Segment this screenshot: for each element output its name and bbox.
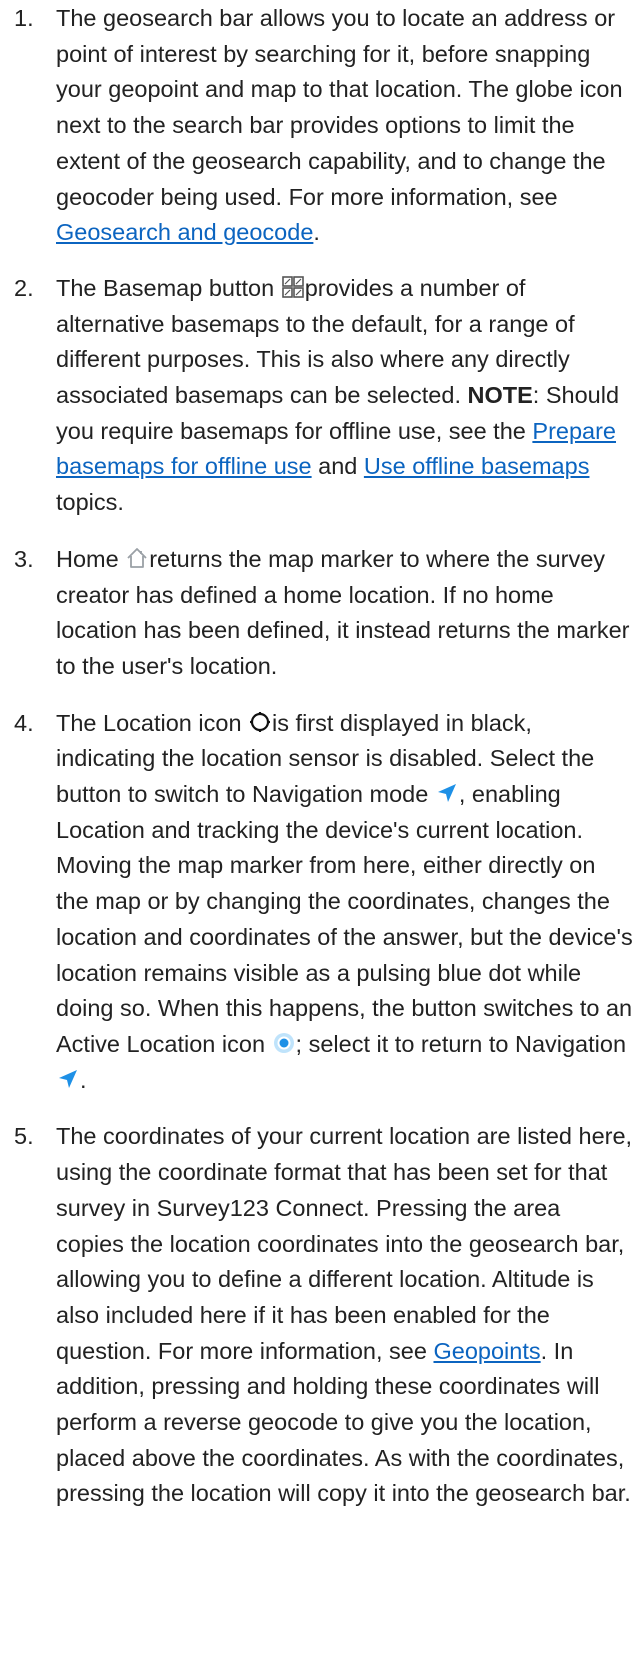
- item-text: ; select it to return to Navigation: [295, 1030, 627, 1057]
- item-number: 3.: [14, 545, 34, 572]
- home-icon: [125, 546, 149, 570]
- active-location-icon: [272, 1031, 296, 1055]
- geopoints-link[interactable]: Geopoints: [433, 1338, 540, 1364]
- item-text: .: [80, 1066, 87, 1093]
- offline-basemaps-link[interactable]: Use offline basemaps: [364, 453, 590, 479]
- item-text-end: .: [313, 219, 320, 246]
- location-pin-outline-icon: [248, 710, 272, 734]
- item-text: Home: [56, 545, 126, 572]
- basemap-grid-icon: [281, 275, 305, 299]
- item-number: 2.: [14, 274, 34, 301]
- item-number: 4.: [14, 709, 34, 736]
- item-text: , enabling Location and tracking the dev…: [56, 781, 633, 1057]
- item-text: The coordinates of your current location…: [56, 1123, 633, 1364]
- list-item: 5. The coordinates of your current locat…: [0, 1119, 642, 1512]
- item-text: The Basemap button: [56, 274, 281, 301]
- list-item: 1. The geosearch bar allows you to locat…: [0, 1, 642, 251]
- note-label: NOTE: [467, 382, 533, 409]
- item-text: topics.: [56, 489, 124, 516]
- list-item: 2. The Basemap button provides a number …: [0, 271, 642, 521]
- navigation-arrow-icon: [56, 1067, 80, 1091]
- item-text: The Location icon: [56, 709, 249, 736]
- geosearch-link[interactable]: Geosearch and geocode: [56, 219, 313, 245]
- navigation-arrow-icon: [435, 781, 459, 805]
- item-number: 5.: [14, 1123, 34, 1150]
- list-item: 3. Home returns the map marker to where …: [0, 542, 642, 685]
- list-item: 4. The Location icon is first displayed …: [0, 706, 642, 1099]
- item-text: The geosearch bar allows you to locate a…: [56, 5, 623, 210]
- item-number: 1.: [14, 5, 34, 31]
- item-text: and: [311, 453, 364, 480]
- numbered-list: 1. The geosearch bar allows you to locat…: [0, 1, 642, 1512]
